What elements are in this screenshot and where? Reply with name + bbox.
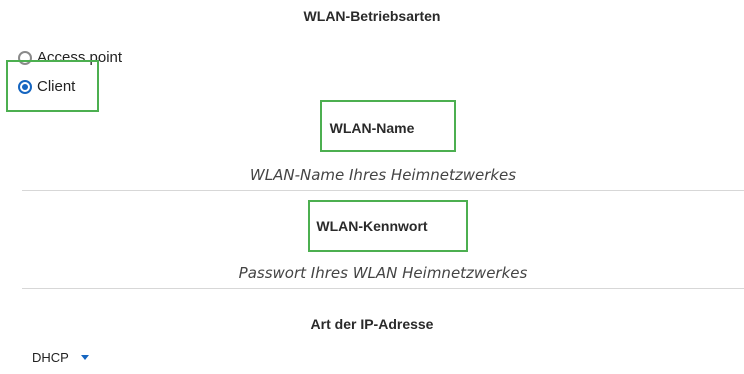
ip-type-select[interactable]: DHCP <box>32 350 89 365</box>
chevron-down-icon[interactable] <box>80 355 89 360</box>
wlan-password-input[interactable] <box>22 258 744 288</box>
highlight-box-wlan-password <box>308 200 468 252</box>
highlight-box-wlan-name <box>320 100 456 152</box>
highlight-box-client <box>6 60 99 112</box>
wlan-name-input[interactable] <box>22 160 744 190</box>
ip-type-value: DHCP <box>32 350 69 365</box>
ip-address-type-heading: Art der IP-Adresse <box>310 316 434 332</box>
operating-modes-heading: WLAN-Betriebsarten <box>303 8 441 24</box>
wlan-password-field-container <box>22 258 744 289</box>
wlan-name-field-container <box>22 160 744 191</box>
